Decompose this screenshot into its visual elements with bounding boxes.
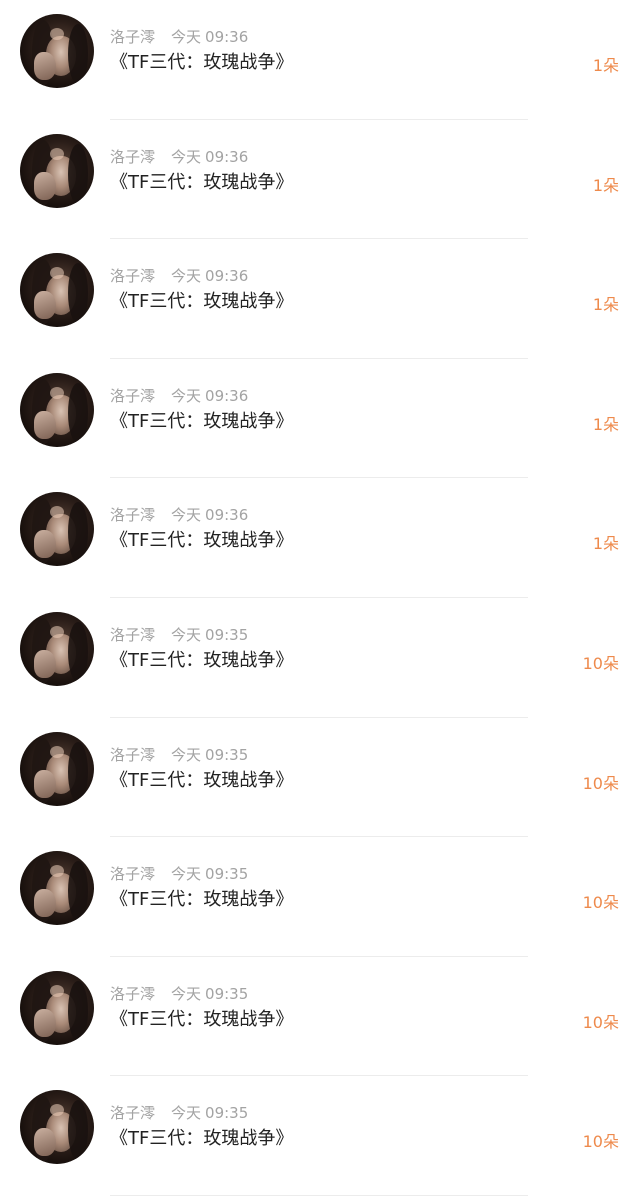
- user-name[interactable]: 洛子澪: [110, 28, 155, 46]
- date-label: 今天: [171, 28, 202, 46]
- time-label: 09:36: [205, 28, 249, 46]
- flower-count: 1朵: [592, 295, 619, 315]
- user-name[interactable]: 洛子澪: [110, 267, 155, 285]
- user-avatar[interactable]: [20, 253, 94, 328]
- time-label: 09:35: [205, 745, 249, 764]
- time-label: 09:35: [205, 984, 249, 1003]
- user-avatar[interactable]: [20, 1090, 94, 1165]
- date-label: 今天: [171, 745, 202, 764]
- time-label: 09:36: [205, 386, 249, 405]
- flower-count: 10朵: [582, 773, 619, 793]
- user-avatar[interactable]: [20, 133, 94, 208]
- user-avatar[interactable]: [20, 612, 94, 686]
- item-meta: 洛子澪 今天 09:36: [110, 266, 248, 286]
- user-name[interactable]: 洛子澪: [110, 746, 155, 764]
- flower-count: 1朵: [592, 175, 619, 195]
- flower-count: 10朵: [582, 1012, 619, 1032]
- gift-record-list: 洛子澪 今天 09:36 《TF三代：玫瑰战争》 1朵 洛子澪 今天 09:36 《TF…: [0, 0, 640, 1196]
- list-item[interactable]: 洛子澪 今天 09:35 《TF三代：玫瑰战争》 10朵: [0, 1076, 640, 1196]
- work-title[interactable]: 《TF三代：玫瑰战争》: [110, 888, 293, 912]
- list-item[interactable]: 洛子澪 今天 09:35 《TF三代：玫瑰战争》 10朵: [0, 598, 640, 718]
- user-avatar[interactable]: [20, 492, 94, 567]
- date-label: 今天: [171, 626, 202, 644]
- work-title[interactable]: 《TF三代：玫瑰战争》: [110, 51, 293, 75]
- user-name[interactable]: 洛子澪: [110, 985, 155, 1003]
- item-meta: 洛子澪 今天 09:35: [110, 745, 248, 765]
- user-name[interactable]: 洛子澪: [110, 1104, 155, 1122]
- item-meta: 洛子澪 今天 09:35: [110, 625, 248, 645]
- time-label: 09:35: [205, 626, 249, 644]
- flower-count: 10朵: [582, 893, 619, 913]
- flower-count: 10朵: [582, 1132, 619, 1152]
- flower-count: 1朵: [592, 534, 619, 554]
- item-meta: 洛子澪 今天 09:36: [110, 27, 248, 47]
- item-meta: 洛子澪 今天 09:35: [110, 984, 248, 1004]
- list-item[interactable]: 洛子澪 今天 09:36 《TF三代：玫瑰战争》 1朵: [0, 239, 640, 359]
- flower-count: 10朵: [582, 654, 619, 673]
- user-name[interactable]: 洛子澪: [110, 865, 155, 883]
- work-title[interactable]: 《TF三代：玫瑰战争》: [110, 171, 293, 195]
- date-label: 今天: [171, 506, 202, 525]
- work-title[interactable]: 《TF三代：玫瑰战争》: [110, 1127, 293, 1151]
- item-meta: 洛子澪 今天 09:35: [110, 1103, 248, 1123]
- list-item[interactable]: 洛子澪 今天 09:35 《TF三代：玫瑰战争》 10朵: [0, 837, 640, 957]
- date-label: 今天: [171, 267, 202, 286]
- work-title[interactable]: 《TF三代：玫瑰战争》: [110, 410, 293, 434]
- work-title[interactable]: 《TF三代：玫瑰战争》: [110, 290, 293, 314]
- time-label: 09:35: [205, 865, 249, 884]
- user-name[interactable]: 洛子澪: [110, 506, 155, 524]
- date-label: 今天: [171, 386, 202, 405]
- work-title[interactable]: 《TF三代：玫瑰战争》: [110, 1008, 293, 1032]
- time-label: 09:36: [205, 147, 249, 166]
- date-label: 今天: [171, 865, 202, 884]
- user-avatar[interactable]: [20, 14, 94, 88]
- user-avatar[interactable]: [20, 731, 94, 806]
- item-meta: 洛子澪 今天 09:36: [110, 147, 248, 167]
- time-label: 09:36: [205, 267, 249, 286]
- user-avatar[interactable]: [20, 851, 94, 926]
- date-label: 今天: [171, 1104, 202, 1123]
- work-title[interactable]: 《TF三代：玫瑰战争》: [110, 769, 293, 793]
- user-name[interactable]: 洛子澪: [110, 626, 155, 644]
- item-meta: 洛子澪 今天 09:36: [110, 505, 248, 525]
- list-item[interactable]: 洛子澪 今天 09:35 《TF三代：玫瑰战争》 10朵: [0, 957, 640, 1077]
- work-title[interactable]: 《TF三代：玫瑰战争》: [110, 649, 293, 673]
- list-item[interactable]: 洛子澪 今天 09:36 《TF三代：玫瑰战争》 1朵: [0, 120, 640, 240]
- list-item[interactable]: 洛子澪 今天 09:36 《TF三代：玫瑰战争》 1朵: [0, 0, 640, 120]
- flower-count: 1朵: [592, 56, 619, 75]
- list-item[interactable]: 洛子澪 今天 09:35 《TF三代：玫瑰战争》 10朵: [0, 718, 640, 838]
- date-label: 今天: [171, 147, 202, 166]
- work-title[interactable]: 《TF三代：玫瑰战争》: [110, 529, 293, 553]
- time-label: 09:36: [205, 506, 249, 525]
- user-name[interactable]: 洛子澪: [110, 387, 155, 405]
- time-label: 09:35: [205, 1104, 249, 1123]
- date-label: 今天: [171, 984, 202, 1003]
- item-meta: 洛子澪 今天 09:36: [110, 386, 248, 406]
- list-item[interactable]: 洛子澪 今天 09:36 《TF三代：玫瑰战争》 1朵: [0, 359, 640, 479]
- list-item[interactable]: 洛子澪 今天 09:36 《TF三代：玫瑰战争》 1朵: [0, 478, 640, 598]
- user-name[interactable]: 洛子澪: [110, 148, 155, 166]
- flower-count: 1朵: [592, 414, 619, 434]
- user-avatar[interactable]: [20, 372, 94, 447]
- user-avatar[interactable]: [20, 970, 94, 1045]
- item-meta: 洛子澪 今天 09:35: [110, 864, 248, 884]
